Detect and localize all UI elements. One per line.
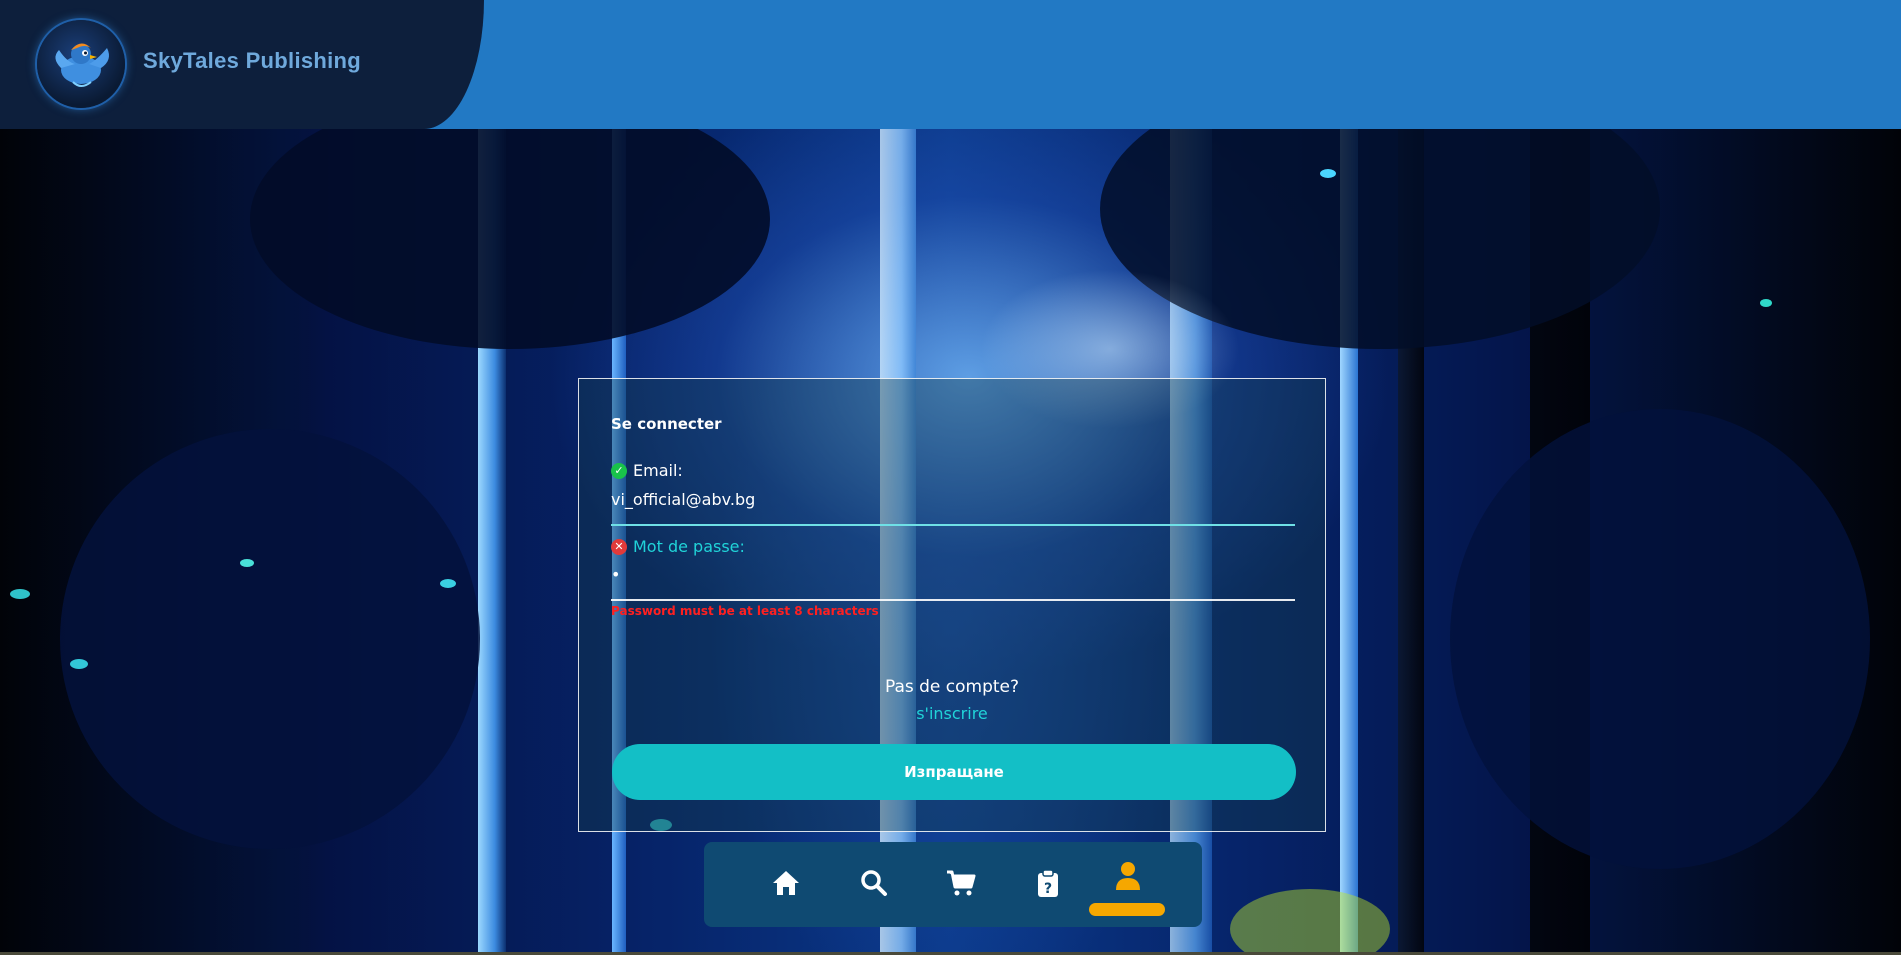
check-circle-icon: ✓ (611, 462, 627, 479)
signup-link[interactable]: s'inscrire (579, 704, 1325, 723)
login-title: Se connecter (611, 415, 722, 433)
home-icon (771, 869, 801, 901)
top-bar: SkyTales Publishing (0, 0, 1901, 129)
particle (10, 589, 30, 599)
foliage (60, 429, 480, 849)
email-field[interactable] (611, 486, 1295, 512)
bottom-nav: ? (704, 842, 1202, 927)
brand-panel: SkyTales Publishing (0, 0, 484, 129)
email-label-text: Email: (633, 461, 683, 480)
foliage-glow (1230, 889, 1390, 955)
brand-name: SkyTales Publishing (143, 48, 362, 73)
particle (70, 659, 88, 669)
particle (240, 559, 254, 567)
svg-text:?: ? (1044, 881, 1052, 897)
particle (1760, 299, 1772, 307)
search-icon (860, 869, 888, 901)
cart-icon (946, 869, 976, 901)
particle (1320, 169, 1336, 178)
nav-active-indicator (1089, 903, 1165, 916)
no-account-text: Pas de compte? (884, 677, 1020, 697)
foliage (1450, 409, 1870, 869)
password-error: Password must be at least 8 characters (611, 604, 879, 618)
password-field[interactable] (611, 561, 1295, 587)
email-label: ✓ Email: (611, 461, 683, 480)
particle (440, 579, 456, 588)
nav-profile[interactable] (1098, 842, 1158, 912)
login-card: Se connecter ✓ Email: ✕ Mot de passe: Pa… (578, 378, 1326, 832)
password-label: ✕ Mot de passe: (611, 537, 745, 556)
password-label-text: Mot de passe: (633, 537, 745, 556)
nav-home[interactable] (756, 842, 816, 927)
nav-orders[interactable]: ? (1018, 842, 1078, 927)
nav-search[interactable] (844, 842, 904, 927)
x-circle-icon: ✕ (611, 538, 627, 555)
clipboard-question-icon: ? (1036, 868, 1060, 902)
nav-cart[interactable] (931, 842, 991, 927)
submit-button[interactable]: Изпращане (612, 744, 1296, 800)
bird-logo-icon[interactable] (37, 20, 125, 108)
user-icon (1114, 860, 1142, 894)
password-underline (611, 599, 1295, 601)
email-underline (611, 524, 1295, 526)
